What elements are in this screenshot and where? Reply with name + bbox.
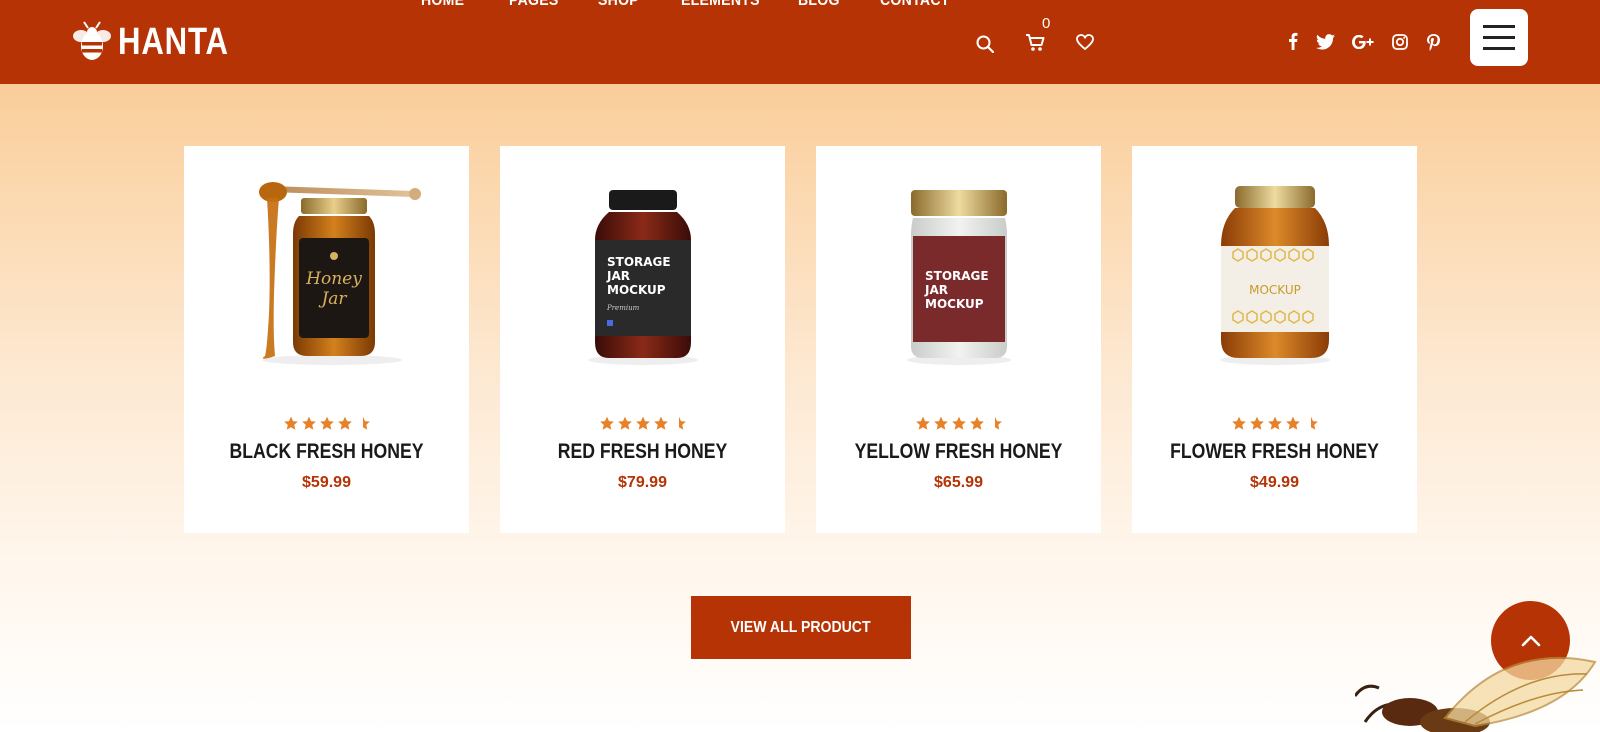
product-price: $59.99: [302, 474, 351, 491]
rating-stars: [184, 416, 469, 431]
menu-bar: [1483, 25, 1515, 28]
product-image: STORAGE JAR MOCKUP Premium: [500, 174, 785, 374]
half-star-icon: [1310, 416, 1318, 430]
product-image: Honey Jar: [184, 174, 469, 374]
svg-text:STORAGE: STORAGE: [607, 255, 671, 269]
star-icon: [319, 416, 334, 430]
svg-text:MOCKUP: MOCKUP: [925, 297, 984, 311]
star-icon: [951, 416, 966, 430]
product-name[interactable]: FLOWER FRESH HONEY: [1155, 440, 1394, 464]
hamburger-menu-button[interactable]: [1470, 9, 1528, 66]
product-card[interactable]: STORAGE JAR MOCKUP YELLOW FRESH HONEY $6…: [816, 146, 1101, 533]
svg-text:Honey: Honey: [305, 269, 362, 289]
bee-logo-icon: [73, 21, 111, 60]
star-icon: [283, 416, 298, 430]
product-price: $79.99: [618, 474, 667, 491]
star-icon: [301, 416, 316, 430]
star-icon: [337, 416, 352, 430]
nav-item-elements[interactable]: ELEMENTS: [681, 0, 760, 10]
nav-item-pages[interactable]: PAGES: [509, 0, 559, 10]
product-price: $65.99: [934, 474, 983, 491]
svg-text:MOCKUP: MOCKUP: [607, 283, 666, 297]
product-name[interactable]: YELLOW FRESH HONEY: [839, 440, 1078, 464]
product-image: STORAGE JAR MOCKUP: [816, 174, 1101, 374]
menu-bar: [1483, 47, 1515, 50]
rating-stars: [1132, 416, 1417, 431]
nav-item-contact[interactable]: CONTACT: [880, 0, 950, 10]
product-image: MOCKUP: [1132, 174, 1417, 374]
star-icon: [1267, 416, 1282, 430]
search-icon[interactable]: [976, 35, 994, 53]
nav-item-blog[interactable]: BLOG: [798, 0, 840, 10]
star-icon: [969, 416, 984, 430]
pinterest-icon[interactable]: [1427, 34, 1440, 51]
svg-text:Premium: Premium: [606, 304, 640, 312]
product-name[interactable]: RED FRESH HONEY: [523, 440, 762, 464]
cart-icon[interactable]: [1025, 33, 1045, 52]
product-card[interactable]: Honey Jar BLACK FRESH HONEY $59.99: [184, 146, 469, 533]
heart-icon[interactable]: [1076, 34, 1094, 50]
brand-name: HANTA: [118, 21, 229, 63]
star-icon: [599, 416, 614, 430]
instagram-icon[interactable]: [1392, 34, 1408, 50]
view-all-product-label: VIEW ALL PRODUCT: [730, 618, 872, 636]
half-star-icon: [362, 416, 370, 430]
google-plus-icon[interactable]: [1352, 35, 1374, 49]
half-star-icon: [678, 416, 686, 430]
svg-text:JAR: JAR: [606, 269, 630, 283]
star-icon: [617, 416, 632, 430]
svg-text:JAR: JAR: [924, 283, 948, 297]
star-icon: [1231, 416, 1246, 430]
star-icon: [1285, 416, 1300, 430]
product-price: $49.99: [1250, 474, 1299, 491]
product-grid: Honey Jar BLACK FRESH HONEY $59.99 STORA…: [184, 146, 1417, 533]
twitter-icon[interactable]: [1316, 34, 1335, 50]
product-card[interactable]: STORAGE JAR MOCKUP Premium RED FRESH HON…: [500, 146, 785, 533]
facebook-icon[interactable]: [1288, 32, 1298, 50]
bee-decoration-icon: [1355, 656, 1597, 732]
cart-count-badge: 0: [1042, 15, 1051, 32]
brand-logo[interactable]: HANTA: [72, 20, 253, 64]
star-icon: [653, 416, 668, 430]
svg-text:STORAGE: STORAGE: [925, 269, 989, 283]
menu-bar: [1483, 36, 1515, 39]
svg-text:Jar: Jar: [318, 289, 347, 309]
nav-item-shop[interactable]: SHOP: [598, 0, 639, 10]
chevron-up-icon: [1521, 635, 1540, 646]
star-icon: [915, 416, 930, 430]
half-star-icon: [994, 416, 1002, 430]
product-name[interactable]: BLACK FRESH HONEY: [207, 440, 446, 464]
product-card[interactable]: MOCKUP FLOWER FRESH HONEY $49.99: [1132, 146, 1417, 533]
svg-text:MOCKUP: MOCKUP: [1249, 283, 1301, 297]
nav-item-home[interactable]: HOME: [421, 0, 464, 10]
top-navigation-bar: HANTA HOME PAGES SHOP ELEMENTS BLOG CONT…: [0, 0, 1600, 84]
star-icon: [635, 416, 650, 430]
view-all-product-button[interactable]: VIEW ALL PRODUCT: [691, 596, 911, 659]
rating-stars: [816, 416, 1101, 431]
star-icon: [1249, 416, 1264, 430]
star-icon: [933, 416, 948, 430]
rating-stars: [500, 416, 785, 431]
